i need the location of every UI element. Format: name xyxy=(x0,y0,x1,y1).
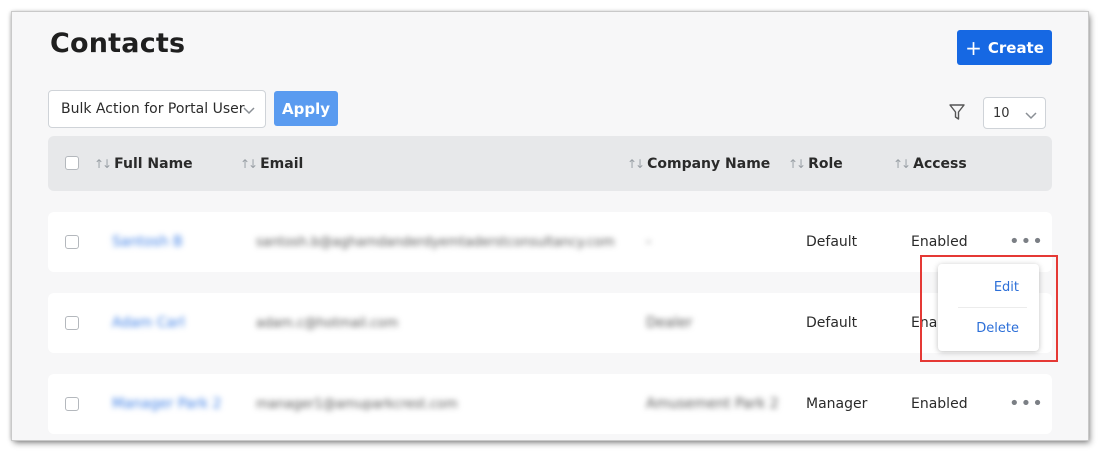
apply-button[interactable]: Apply xyxy=(274,91,338,126)
more-actions-icon[interactable]: ••• xyxy=(1009,233,1044,251)
page-size-select[interactable]: 10 xyxy=(983,97,1046,129)
access-cell: Enabled xyxy=(911,396,968,412)
sort-icon: ↑↓ xyxy=(627,156,645,171)
role-cell: Manager xyxy=(806,396,868,412)
bulk-action-select[interactable]: Bulk Action for Portal User xyxy=(48,90,266,128)
sort-icon: ↑↓ xyxy=(788,156,806,171)
row-checkbox[interactable] xyxy=(65,397,79,411)
sort-icon: ↑↓ xyxy=(240,156,258,171)
role-cell: Default xyxy=(806,315,858,331)
page-title: Contacts xyxy=(50,28,186,59)
role-cell: Default xyxy=(806,234,858,250)
table-row[interactable]: Manager Park 2 manager1@amuparkcrest.com… xyxy=(48,374,1052,434)
column-header-access[interactable]: ↑↓ Access xyxy=(893,136,967,191)
annotation-highlight-box xyxy=(920,255,1058,362)
select-all-checkbox[interactable] xyxy=(65,156,79,170)
chevron-down-icon xyxy=(243,103,255,119)
company-cell: Dealer xyxy=(646,315,693,331)
more-actions-icon[interactable]: ••• xyxy=(1009,395,1044,413)
create-button[interactable]: + Create xyxy=(957,30,1052,65)
table-header: ↑↓ Full Name ↑↓ Email ↑↓ Company Name ↑↓… xyxy=(48,136,1052,191)
email-cell: adam.c@hotmail.com xyxy=(256,315,399,331)
full-name-link[interactable]: Santosh B xyxy=(112,212,183,272)
sort-icon: ↑↓ xyxy=(893,156,911,171)
row-checkbox[interactable] xyxy=(65,316,79,330)
email-cell: santosh.b@aghamdanderdyemtaderstconsulta… xyxy=(256,234,615,250)
company-cell: - xyxy=(646,234,652,250)
create-button-label: Create xyxy=(987,38,1044,57)
filter-icon[interactable] xyxy=(949,104,965,125)
column-header-full-name[interactable]: ↑↓ Full Name xyxy=(94,136,193,191)
table-row[interactable]: Adam Carl adam.c@hotmail.com Dealer Defa… xyxy=(48,293,1052,353)
row-checkbox[interactable] xyxy=(65,235,79,249)
column-header-email[interactable]: ↑↓ Email xyxy=(240,136,303,191)
full-name-link[interactable]: Adam Carl xyxy=(112,293,185,353)
column-header-company-name[interactable]: ↑↓ Company Name xyxy=(627,136,770,191)
sort-icon: ↑↓ xyxy=(94,156,112,171)
table-row[interactable]: Santosh B santosh.b@aghamdanderdyemtader… xyxy=(48,212,1052,272)
column-header-role[interactable]: ↑↓ Role xyxy=(788,136,843,191)
page-size-value: 10 xyxy=(993,105,1010,121)
bulk-action-value: Bulk Action for Portal User xyxy=(61,101,245,117)
email-cell: manager1@amuparkcrest.com xyxy=(256,396,458,412)
plus-icon: + xyxy=(965,35,982,60)
company-cell: Amusement Park 2 xyxy=(646,396,779,412)
app-window: Contacts + Create Bulk Action for Portal… xyxy=(12,12,1088,440)
full-name-link[interactable]: Manager Park 2 xyxy=(112,374,221,434)
chevron-down-icon xyxy=(1025,109,1037,124)
